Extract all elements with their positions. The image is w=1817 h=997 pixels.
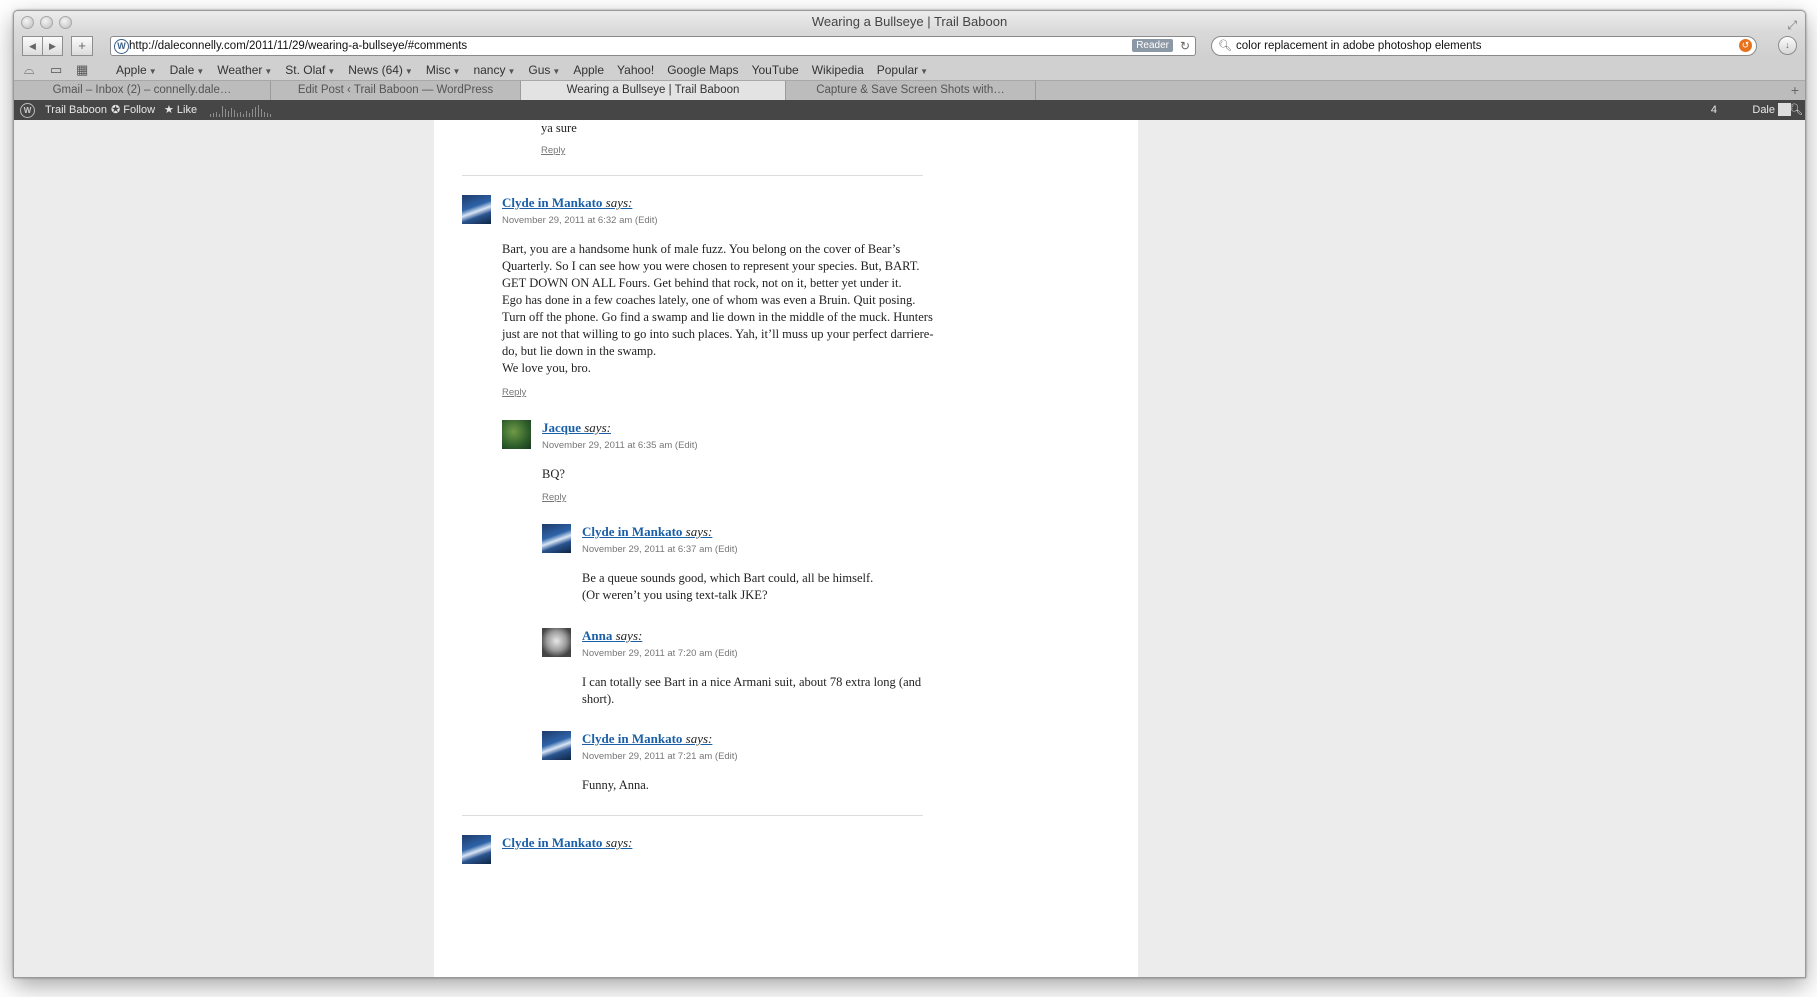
dropdown-caret-icon: ▼	[552, 67, 561, 76]
bookmark-item[interactable]: St. Olaf ▼	[285, 60, 335, 82]
comment-body: ya sure	[541, 121, 577, 135]
comment-author-link[interactable]: Jacque says:	[542, 420, 611, 436]
toolbar: ◀ ▶ + W http://daleconnelly.com/2011/11/…	[14, 33, 1805, 60]
bookmark-item[interactable]: Dale ▼	[170, 60, 205, 82]
downloads-button[interactable]: ↓	[1778, 36, 1797, 55]
address-bar[interactable]: W http://daleconnelly.com/2011/11/29/wea…	[110, 36, 1196, 56]
avatar	[462, 195, 491, 224]
user-menu[interactable]: Dale	[1752, 100, 1775, 120]
avatar	[462, 835, 491, 864]
comment-divider	[462, 815, 923, 816]
bookmark-item[interactable]: News (64) ▼	[348, 60, 413, 82]
comment-author-link[interactable]: Anna says:	[582, 628, 642, 644]
comment-date[interactable]: November 29, 2011 at 7:21 am (Edit)	[582, 751, 738, 762]
tab-wearing-a-bullseye[interactable]: Wearing a Bullseye | Trail Baboon	[521, 81, 786, 100]
bookmark-item[interactable]: Apple	[573, 60, 604, 80]
like-button[interactable]: ★ Like	[164, 100, 197, 120]
comment-body: BQ?	[542, 467, 565, 481]
avatar	[542, 524, 571, 553]
bookmark-item[interactable]: Yahoo!	[617, 60, 654, 80]
back-button[interactable]: ◀	[22, 36, 43, 56]
address-text: http://daleconnelly.com/2011/11/29/weari…	[129, 40, 468, 52]
star-icon: ★	[164, 104, 177, 116]
close-window-button[interactable]	[21, 16, 34, 29]
window-title: Wearing a Bullseye | Trail Baboon	[811, 14, 1008, 29]
stats-sparkline-icon[interactable]	[208, 103, 278, 117]
comment-author-link[interactable]: Clyde in Mankato says:	[582, 731, 712, 747]
wordpress-logo-icon[interactable]: W	[20, 103, 35, 118]
comment-author-link[interactable]: Clyde in Mankato says:	[502, 835, 632, 851]
bookmark-item[interactable]: Google Maps	[667, 60, 738, 80]
reply-link[interactable]: Reply	[541, 145, 565, 156]
site-favicon-icon: W	[114, 39, 129, 54]
dropdown-caret-icon: ▼	[148, 67, 157, 76]
wp-admin-bar: W Trail Baboon ✪ Follow ★ Like 4 Dale 🔍︎	[14, 100, 1805, 120]
comment-body: I can totally see Bart in a nice Armani …	[582, 675, 922, 706]
avatar	[502, 420, 531, 449]
clear-search-icon[interactable]: ↺	[1739, 39, 1752, 52]
dropdown-caret-icon: ▼	[404, 67, 413, 76]
bookmark-item[interactable]: nancy ▼	[473, 60, 515, 82]
bookmark-item[interactable]: Gus ▼	[528, 60, 560, 82]
page-viewport: ya sure Reply Clyde in Mankato says: Nov…	[14, 120, 1805, 977]
comment-body: Funny, Anna.	[582, 778, 649, 792]
reader-button[interactable]: Reader	[1132, 39, 1173, 52]
dropdown-caret-icon: ▼	[327, 67, 336, 76]
comment-body: Be a queue sounds good, which Bart could…	[582, 571, 874, 602]
tab-gmail[interactable]: Gmail – Inbox (2) – connelly.dale…	[14, 81, 271, 100]
tab-bar: Gmail – Inbox (2) – connelly.dale… Edit …	[14, 80, 1805, 101]
comment-date[interactable]: November 29, 2011 at 6:37 am (Edit)	[582, 544, 738, 555]
comment-date[interactable]: November 29, 2011 at 7:20 am (Edit)	[582, 648, 738, 659]
tab-capture-screen-shots[interactable]: Capture & Save Screen Shots with…	[786, 81, 1036, 100]
forward-button[interactable]: ▶	[42, 36, 63, 56]
dropdown-caret-icon: ▼	[452, 67, 461, 76]
browser-window: Wearing a Bullseye | Trail Baboon ⤢ ◀ ▶ …	[13, 10, 1806, 978]
dropdown-caret-icon: ▼	[196, 67, 205, 76]
bookmarks-bar: ⌓ ▭ ▦ Apple ▼ Dale ▼ Weather ▼ St. Olaf ▼ News (…	[14, 60, 1805, 80]
minimize-window-button[interactable]	[40, 16, 53, 29]
reply-link[interactable]: Reply	[502, 387, 526, 398]
dropdown-caret-icon: ▼	[264, 67, 273, 76]
bookmark-item[interactable]: Weather ▼	[217, 60, 272, 82]
comment-divider	[462, 175, 923, 176]
avatar	[542, 731, 571, 760]
search-text: color replacement in adobe photoshop ele…	[1236, 40, 1482, 52]
search-icon[interactable]: 🔍︎	[1789, 100, 1803, 120]
add-bookmark-button[interactable]: +	[71, 36, 93, 56]
dropdown-caret-icon: ▼	[507, 67, 516, 76]
bookmark-item[interactable]: YouTube	[752, 60, 799, 80]
bookmark-item[interactable]: Apple ▼	[116, 60, 157, 82]
reload-icon[interactable]: ↻	[1180, 37, 1190, 55]
reading-list-icon[interactable]: ⌓	[24, 60, 34, 80]
comment-body: Bart, you are a handsome hunk of male fu…	[502, 242, 934, 375]
search-input[interactable]: 🔍︎ color replacement in adobe photoshop …	[1211, 36, 1757, 56]
bookmark-item[interactable]: Wikipedia	[812, 60, 864, 80]
notifications-count[interactable]: 4	[1711, 100, 1717, 120]
follow-button[interactable]: ✪ Follow	[111, 100, 155, 120]
tab-edit-post[interactable]: Edit Post ‹ Trail Baboon — WordPress	[271, 81, 521, 100]
admin-bar-site-link[interactable]: Trail Baboon	[45, 100, 107, 120]
dropdown-caret-icon: ▼	[920, 67, 929, 76]
zoom-window-button[interactable]	[59, 16, 72, 29]
comment-date[interactable]: November 29, 2011 at 6:32 am (Edit)	[502, 215, 658, 226]
avatar	[542, 628, 571, 657]
new-tab-button[interactable]: +	[1791, 81, 1799, 100]
comment-author-link[interactable]: Clyde in Mankato says:	[582, 524, 712, 540]
top-sites-grid-icon[interactable]: ▦	[76, 60, 88, 80]
title-bar: Wearing a Bullseye | Trail Baboon ⤢	[14, 11, 1805, 33]
comments-column: ya sure Reply Clyde in Mankato says: Nov…	[434, 120, 1138, 977]
comment-author-link[interactable]: Clyde in Mankato says:	[502, 195, 632, 211]
follow-icon: ✪	[111, 104, 124, 116]
search-icon: 🔍︎	[1218, 40, 1232, 52]
bookmark-item[interactable]: Misc ▼	[426, 60, 461, 82]
bookmarks-book-icon[interactable]: ▭	[50, 60, 62, 80]
comment-date[interactable]: November 29, 2011 at 6:35 am (Edit)	[542, 440, 698, 451]
reply-link[interactable]: Reply	[542, 492, 566, 503]
bookmark-item[interactable]: Popular ▼	[877, 60, 928, 82]
